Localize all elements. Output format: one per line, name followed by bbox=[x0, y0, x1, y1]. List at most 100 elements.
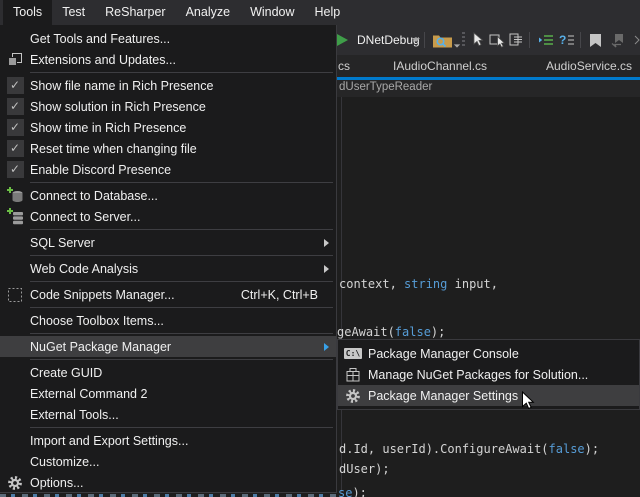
menu-item-reset-time-when-changing-file[interactable]: ✓Reset time when changing file bbox=[0, 138, 336, 159]
menubar-item-help[interactable]: Help bbox=[305, 0, 351, 25]
menu-item-extensions-and-updates[interactable]: Extensions and Updates... bbox=[0, 49, 336, 70]
navigate-pointer-button[interactable] bbox=[470, 25, 485, 55]
checkmark-icon: ✓ bbox=[7, 119, 24, 136]
menu-item-external-command-2[interactable]: External Command 2 bbox=[0, 383, 336, 404]
menu-item-choose-toolbox-items[interactable]: Choose Toolbox Items... bbox=[0, 310, 336, 331]
menu-item-label: External Tools... bbox=[30, 408, 119, 422]
menu-item-label: Connect to Database... bbox=[30, 189, 158, 203]
menu-item-show-file-name-in-rich-presence[interactable]: ✓Show file name in Rich Presence bbox=[0, 75, 336, 96]
menu-item-manage-nuget-packages-for-solution[interactable]: Manage NuGet Packages for Solution... bbox=[338, 364, 639, 385]
gear-icon bbox=[7, 475, 23, 491]
run-config-label: DNetDebug bbox=[357, 33, 420, 47]
navigate-pointer-box-button[interactable] bbox=[489, 25, 506, 55]
icon-cell bbox=[0, 187, 30, 204]
menu-item-connect-to-database[interactable]: Connect to Database... bbox=[0, 185, 336, 206]
indent-lines-icon bbox=[538, 32, 554, 48]
run-config-caret[interactable] bbox=[412, 25, 420, 55]
menu-item-show-solution-in-rich-presence[interactable]: ✓Show solution in Rich Presence bbox=[0, 96, 336, 117]
indent-lines-button[interactable] bbox=[538, 25, 554, 55]
checkmark-icon: ✓ bbox=[7, 77, 24, 94]
indent-guide bbox=[341, 97, 342, 493]
console-icon: C:\ bbox=[344, 348, 362, 359]
submenu-arrow-icon bbox=[324, 239, 329, 247]
run-config-dropdown[interactable]: DNetDebug bbox=[357, 25, 420, 55]
clear-bookmarks-icon bbox=[611, 33, 626, 48]
checkbox-cell: ✓ bbox=[0, 77, 30, 94]
toolbar-overflow-button[interactable] bbox=[634, 25, 640, 55]
menubar-item-window[interactable]: Window bbox=[240, 0, 304, 25]
toolbar-separator bbox=[580, 25, 581, 55]
menu-separator bbox=[30, 307, 333, 308]
menu-item-label: Manage NuGet Packages for Solution... bbox=[368, 368, 588, 382]
menu-item-label: Options... bbox=[30, 476, 84, 490]
menu-item-options[interactable]: Options... bbox=[0, 472, 336, 493]
menu-item-label: Connect to Server... bbox=[30, 210, 140, 224]
chevron-down-icon bbox=[454, 44, 460, 47]
menu-item-create-guid[interactable]: Create GUID bbox=[0, 362, 336, 383]
menu-item-label: Import and Export Settings... bbox=[30, 434, 188, 448]
breadcrumb[interactable]: dUserTypeReader bbox=[339, 81, 432, 93]
menu-item-label: Customize... bbox=[30, 455, 99, 469]
find-in-files-icon bbox=[432, 32, 453, 49]
menu-item-sql-server[interactable]: SQL Server bbox=[0, 232, 336, 253]
code-line: se); bbox=[338, 486, 367, 497]
submenu-arrow-icon bbox=[324, 265, 329, 273]
menu-item-label: SQL Server bbox=[30, 236, 95, 250]
menu-item-label: Choose Toolbox Items... bbox=[30, 314, 164, 328]
bookmark-button[interactable] bbox=[589, 25, 602, 55]
start-debug-button[interactable] bbox=[337, 25, 348, 55]
menu-item-package-manager-settings[interactable]: Package Manager Settings bbox=[338, 385, 639, 406]
menu-item-label: Code Snippets Manager... bbox=[30, 288, 175, 302]
code-line: d.Id, userId).ConfigureAwait(false); bbox=[339, 442, 599, 457]
svg-text:?: ? bbox=[559, 33, 566, 47]
tab-cs[interactable]: cs bbox=[338, 55, 350, 77]
checkmark-icon: ✓ bbox=[7, 98, 24, 115]
toolbar-grip[interactable] bbox=[462, 25, 465, 55]
chevron-down-icon bbox=[412, 38, 420, 42]
menu-item-package-manager-console[interactable]: C:\Package Manager Console bbox=[338, 343, 639, 364]
tab-audioservice-cs[interactable]: AudioService.cs bbox=[546, 55, 632, 77]
icon-cell bbox=[0, 475, 30, 491]
menu-item-label: Create GUID bbox=[30, 366, 102, 380]
document-outline-button[interactable] bbox=[508, 25, 524, 55]
tab-iaudiochannel-cs[interactable]: IAudioChannel.cs bbox=[393, 55, 487, 77]
menu-item-external-tools[interactable]: External Tools... bbox=[0, 404, 336, 425]
menu-item-label: NuGet Package Manager bbox=[30, 340, 171, 354]
menubar-item-analyze[interactable]: Analyze bbox=[176, 0, 240, 25]
checkmark-icon: ✓ bbox=[7, 140, 24, 157]
comment-question-button[interactable]: ? bbox=[559, 25, 575, 55]
menu-separator bbox=[30, 182, 333, 183]
menu-separator bbox=[30, 359, 333, 360]
menu-item-get-tools-and-features[interactable]: Get Tools and Features... bbox=[0, 28, 336, 49]
menu-item-show-time-in-rich-presence[interactable]: ✓Show time in Rich Presence bbox=[0, 117, 336, 138]
connect-database-icon bbox=[7, 187, 24, 204]
mouse-cursor bbox=[521, 391, 535, 416]
navigate-pointer-box-icon bbox=[489, 32, 506, 48]
icon-cell bbox=[338, 388, 368, 404]
menu-separator bbox=[30, 255, 333, 256]
menu-item-web-code-analysis[interactable]: Web Code Analysis bbox=[0, 258, 336, 279]
menu-item-customize[interactable]: Customize... bbox=[0, 451, 336, 472]
menu-item-shortcut: Ctrl+K, Ctrl+B bbox=[241, 288, 336, 302]
menubar-item-tools[interactable]: Tools bbox=[3, 0, 52, 25]
menu-item-import-and-export-settings[interactable]: Import and Export Settings... bbox=[0, 430, 336, 451]
menu-item-connect-to-server[interactable]: Connect to Server... bbox=[0, 206, 336, 227]
extensions-icon bbox=[7, 52, 23, 68]
chevron-right-icon bbox=[634, 35, 640, 45]
menu-bar: ToolsTestReSharperAnalyzeWindowHelp bbox=[0, 0, 640, 25]
menu-item-enable-discord-presence[interactable]: ✓Enable Discord Presence bbox=[0, 159, 336, 180]
menu-item-nuget-package-manager[interactable]: NuGet Package Manager bbox=[0, 336, 336, 357]
document-outline-icon bbox=[508, 32, 524, 48]
console-icon-cell: C:\ bbox=[338, 348, 368, 359]
menubar-item-test[interactable]: Test bbox=[52, 0, 95, 25]
navigate-pointer-icon bbox=[470, 32, 485, 48]
icon-cell bbox=[338, 367, 368, 383]
tools-dropdown-menu: Get Tools and Features...Extensions and … bbox=[0, 25, 337, 493]
menu-item-code-snippets-manager[interactable]: Code Snippets Manager... Ctrl+K, Ctrl+B bbox=[0, 284, 336, 305]
find-in-files-button[interactable] bbox=[432, 25, 453, 55]
comment-question-icon: ? bbox=[559, 32, 575, 48]
code-line: dUser); bbox=[339, 462, 390, 477]
icon-cell bbox=[0, 208, 30, 225]
clear-bookmarks-button[interactable] bbox=[611, 25, 626, 55]
menubar-item-resharper[interactable]: ReSharper bbox=[95, 0, 175, 25]
